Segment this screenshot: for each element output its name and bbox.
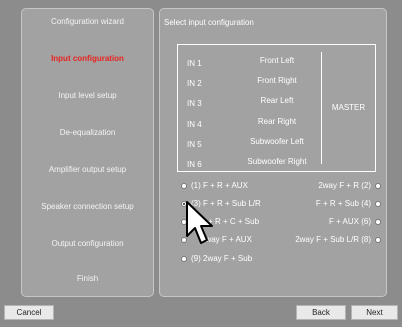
input-row: IN 4 Rear Right (178, 113, 328, 134)
sidebar-item-finish[interactable]: Finish (22, 274, 153, 284)
back-button[interactable]: Back (296, 305, 346, 320)
radio-button[interactable] (375, 183, 381, 189)
cancel-button[interactable]: Cancel (4, 305, 54, 320)
input-row: IN 3 Rear Left (178, 92, 328, 113)
option-label: (9) 2way F + Sub (191, 254, 253, 263)
option-6[interactable]: F + AUX (6) (329, 217, 381, 227)
option-9[interactable]: (9) 2way F + Sub (181, 254, 252, 264)
option-8[interactable]: 2way F + Sub L/R (8) (295, 235, 381, 245)
radio-button[interactable] (375, 201, 381, 207)
input-name: Front Left (259, 56, 295, 65)
option-label: 2way F + Sub L/R (8) (295, 235, 371, 244)
input-name: Rear Right (257, 117, 297, 126)
sidebar-item-input-configuration[interactable]: Input configuration (22, 54, 153, 64)
mouse-pointer-icon (186, 201, 213, 244)
radio-button[interactable] (375, 237, 381, 243)
option-1[interactable]: (1) F + R + AUX (181, 181, 248, 191)
input-id: IN 5 (187, 140, 202, 149)
input-name: Rear Left (260, 96, 294, 105)
input-row: IN 6 Subwoofer Right (178, 153, 328, 174)
radio-button[interactable] (181, 183, 187, 189)
input-id: IN 6 (187, 160, 202, 169)
input-name: Subwoofer Right (247, 157, 307, 166)
panel-title: Select input configuration (164, 18, 254, 27)
option-label: (1) F + R + AUX (191, 181, 248, 190)
input-name: Subwoofer Left (250, 137, 304, 146)
input-id: IN 4 (187, 120, 202, 129)
input-id: IN 2 (187, 79, 202, 88)
input-row: IN 1 Front Left (178, 52, 328, 73)
sidebar-item-output-configuration[interactable]: Output configuration (22, 239, 153, 249)
sidebar-item-speaker-connection-setup[interactable]: Speaker connection setup (22, 202, 153, 212)
master-label: MASTER (331, 103, 366, 112)
option-label: F + AUX (6) (328, 217, 371, 226)
input-row: IN 5 Subwoofer Left (178, 133, 328, 154)
option-label: F + R + Sub (4) (315, 199, 371, 208)
radio-button[interactable] (181, 256, 187, 262)
next-button[interactable]: Next (351, 305, 398, 320)
input-name: Front Right (257, 76, 297, 85)
sidebar-item-input-level-setup[interactable]: Input level setup (22, 91, 153, 101)
input-row: IN 2 Front Right (178, 72, 328, 93)
input-mapping-table: IN 1 Front Left IN 2 Front Right IN 3 Re… (177, 44, 376, 172)
input-configuration-panel: Select input configuration IN 1 Front Le… (159, 8, 387, 297)
sidebar-item-de-equalization[interactable]: De-equalization (22, 128, 153, 138)
option-2[interactable]: 2way F + R (2) (318, 181, 381, 191)
option-4[interactable]: F + R + Sub (4) (316, 199, 381, 209)
input-id: IN 3 (187, 99, 202, 108)
sidebar-item-configuration-wizard[interactable]: Configuration wizard (22, 17, 153, 27)
option-label: 2way F + R (2) (318, 181, 371, 190)
input-id: IN 1 (187, 59, 202, 68)
radio-button[interactable] (375, 219, 381, 225)
sidebar-item-amplifier-output-setup[interactable]: Amplifier output setup (22, 165, 153, 175)
wizard-sidebar: Configuration wizard Input configuration… (21, 8, 154, 297)
